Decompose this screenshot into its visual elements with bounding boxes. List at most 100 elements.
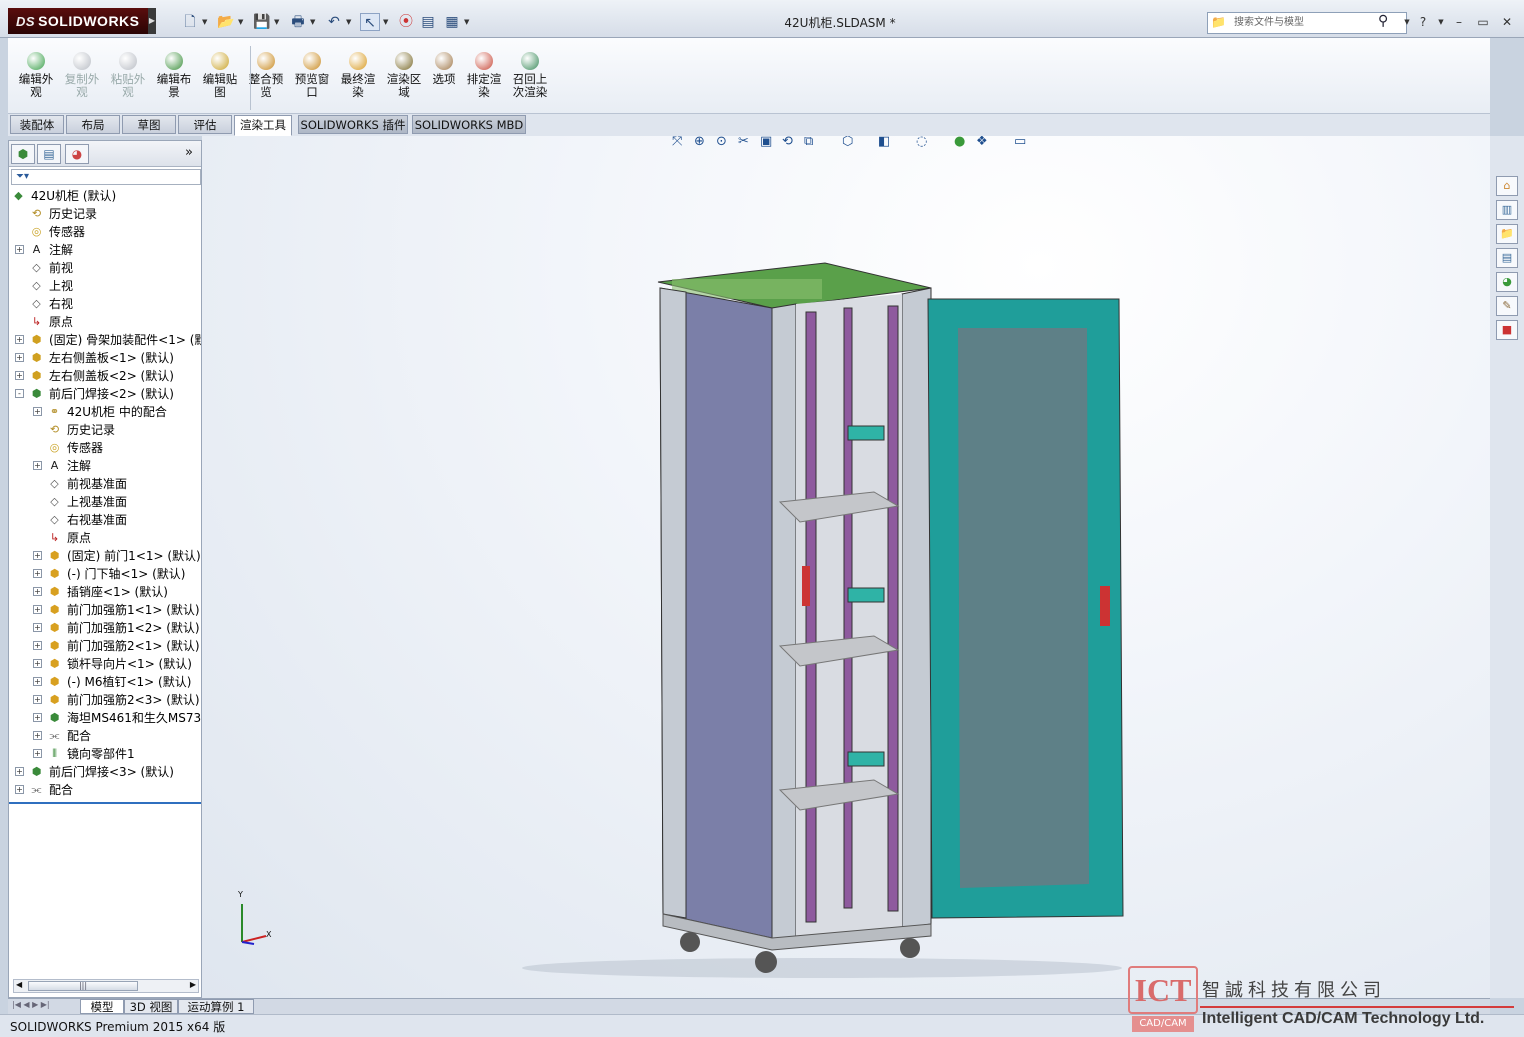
tree-row[interactable]: + ⬢ 海坦MS461和生久MS73 bbox=[9, 709, 201, 727]
expand-pane-icon[interactable]: » bbox=[185, 145, 193, 160]
tree-row[interactable]: ↳ 原点 bbox=[9, 313, 201, 331]
tree-row[interactable]: + A 注解 bbox=[9, 457, 201, 475]
tree-row[interactable]: + ⚭ 42U机柜 中的配合 bbox=[9, 403, 201, 421]
expand-icon[interactable]: + bbox=[15, 785, 24, 794]
ribbon-button-3[interactable]: 编辑布景 bbox=[152, 50, 196, 110]
graphics-area[interactable]: ⤧ ⊕ ⊙ ✂ ▣ ⟲ ⧉ ⬡ ◧ ◌ ● ❖ ▭ ◫ ◫ – ❐ ✕ bbox=[202, 136, 1490, 998]
tree-row[interactable]: + ⬢ 前门加强筋1<1> (默认) bbox=[9, 601, 201, 619]
tree-row[interactable]: + A 注解 bbox=[9, 241, 201, 259]
tree-row[interactable]: + ⬢ (固定) 骨架加装配件<1> (默 bbox=[9, 331, 201, 349]
tab-6[interactable]: SOLIDWORKS MBD bbox=[412, 115, 526, 134]
options-dropdown-icon[interactable]: ▼ bbox=[464, 13, 472, 31]
expand-icon[interactable]: + bbox=[33, 695, 42, 704]
help-button[interactable]: ? bbox=[1414, 14, 1432, 30]
tree-row[interactable]: ◇ 前视 bbox=[9, 259, 201, 277]
tab-3[interactable]: 评估 bbox=[178, 115, 232, 134]
scroll-left-icon[interactable]: ◀ bbox=[16, 980, 22, 989]
feature-manager-tab-icon[interactable]: ⬢ bbox=[11, 144, 35, 164]
expand-icon[interactable]: + bbox=[33, 749, 42, 758]
tab-nav-arrows-icon[interactable]: |◀ ◀ ▶ ▶| bbox=[12, 1000, 50, 1009]
tab-0[interactable]: 装配体 bbox=[10, 115, 64, 134]
tab-5[interactable]: SOLIDWORKS 插件 bbox=[298, 115, 408, 134]
open-folder-icon[interactable]: 📂 bbox=[216, 13, 236, 31]
custom-properties-icon[interactable]: ✎ bbox=[1496, 296, 1518, 316]
display-manager-tab-icon[interactable]: ◕ bbox=[65, 144, 89, 164]
tree-row[interactable]: ↳ 原点 bbox=[9, 529, 201, 547]
horizontal-scrollbar[interactable]: ◀ ||| ▶ bbox=[13, 979, 199, 993]
expand-icon[interactable]: + bbox=[15, 371, 24, 380]
tree-row[interactable]: ◆ 42U机柜 (默认) bbox=[9, 187, 201, 205]
tree-row[interactable]: + ⫘ 配合 bbox=[9, 727, 201, 745]
close-icon[interactable]: ✕ bbox=[1498, 14, 1516, 30]
expand-icon[interactable]: + bbox=[15, 353, 24, 362]
open-dropdown-icon[interactable]: ▼ bbox=[238, 13, 246, 31]
forum-icon[interactable]: ■ bbox=[1496, 320, 1518, 340]
undo-icon[interactable]: ↶ bbox=[324, 13, 344, 31]
expand-icon[interactable]: + bbox=[33, 407, 42, 416]
collapse-icon[interactable]: - bbox=[15, 389, 24, 398]
save-dropdown-icon[interactable]: ▼ bbox=[274, 13, 282, 31]
ribbon-button-11[interactable]: 召回上次渲染 bbox=[508, 50, 552, 110]
traffic-light-icon[interactable]: ⦿ bbox=[396, 13, 416, 31]
tree-row[interactable]: ◎ 传感器 bbox=[9, 439, 201, 457]
expand-icon[interactable]: + bbox=[33, 587, 42, 596]
expand-icon[interactable]: + bbox=[33, 731, 42, 740]
tree-row[interactable]: + ⬢ 前门加强筋1<2> (默认) bbox=[9, 619, 201, 637]
ribbon-button-0[interactable]: 编辑外观 bbox=[14, 50, 58, 110]
ribbon-button-8[interactable]: 渲染区域 bbox=[382, 50, 426, 110]
expand-icon[interactable]: + bbox=[33, 659, 42, 668]
new-dropdown-icon[interactable]: ▼ bbox=[202, 13, 210, 31]
expand-icon[interactable]: + bbox=[15, 335, 24, 344]
expand-icon[interactable]: + bbox=[33, 713, 42, 722]
tree-row[interactable]: ◇ 右视 bbox=[9, 295, 201, 313]
view-palette-icon[interactable]: ▤ bbox=[1496, 248, 1518, 268]
tab-2[interactable]: 草图 bbox=[122, 115, 176, 134]
tree-row[interactable]: + ⬢ 锁杆导向片<1> (默认) bbox=[9, 655, 201, 673]
appearances-icon[interactable]: ◕ bbox=[1496, 272, 1518, 292]
tree-row[interactable]: ◎ 传感器 bbox=[9, 223, 201, 241]
bottom-tab-1[interactable]: 3D 视图 bbox=[124, 999, 178, 1014]
maximize-icon[interactable]: ▭ bbox=[1474, 14, 1492, 30]
tree-row[interactable]: ⟲ 历史记录 bbox=[9, 421, 201, 439]
save-icon[interactable]: 💾 bbox=[252, 13, 272, 31]
tree-row[interactable]: ◇ 上视基准面 bbox=[9, 493, 201, 511]
tree-filter-input[interactable]: ⏷▾ bbox=[11, 169, 201, 185]
file-properties-icon[interactable]: ▤ bbox=[418, 13, 438, 31]
search-icon[interactable]: ⚲ bbox=[1378, 13, 1388, 29]
tree-row[interactable]: ◇ 右视基准面 bbox=[9, 511, 201, 529]
select-dropdown-icon[interactable]: ▼ bbox=[383, 13, 391, 31]
ribbon-button-6[interactable]: 预览窗口 bbox=[290, 50, 334, 110]
select-cursor-icon[interactable]: ↖ bbox=[360, 13, 380, 31]
property-manager-tab-icon[interactable]: ▤ bbox=[37, 144, 61, 164]
search-input[interactable]: 搜索文件与模型 bbox=[1207, 12, 1407, 34]
tree-row[interactable]: + ⬢ (固定) 前门1<1> (默认) bbox=[9, 547, 201, 565]
help-dropdown-icon[interactable]: ▼ bbox=[1432, 14, 1450, 30]
bottom-tab-0[interactable]: 模型 bbox=[80, 999, 124, 1014]
logo-menu-arrow[interactable]: ▶ bbox=[148, 8, 156, 34]
tree-row[interactable]: + ⬢ 左右侧盖板<1> (默认) bbox=[9, 349, 201, 367]
tree-row[interactable]: ◇ 上视 bbox=[9, 277, 201, 295]
tree-row[interactable]: + ⬢ 前后门焊接<3> (默认) bbox=[9, 763, 201, 781]
ribbon-button-2[interactable]: 粘贴外观 bbox=[106, 50, 150, 110]
print-dropdown-icon[interactable]: ▼ bbox=[310, 13, 318, 31]
design-library-icon[interactable]: ▥ bbox=[1496, 200, 1518, 220]
scroll-right-icon[interactable]: ▶ bbox=[190, 980, 196, 989]
tree-row[interactable]: + ⬢ (-) M6植钉<1> (默认) bbox=[9, 673, 201, 691]
tree-row[interactable]: ◇ 前视基准面 bbox=[9, 475, 201, 493]
ribbon-button-9[interactable]: 选项 bbox=[422, 50, 466, 110]
ribbon-button-10[interactable]: 排定渲染 bbox=[462, 50, 506, 110]
home-icon[interactable]: ⌂ bbox=[1496, 176, 1518, 196]
expand-icon[interactable]: + bbox=[33, 605, 42, 614]
tree-row[interactable]: + ⫘ 配合 bbox=[9, 781, 201, 799]
tab-4[interactable]: 渲染工具 bbox=[234, 115, 292, 136]
tree-row[interactable]: + ⫴ 镜向零部件1 bbox=[9, 745, 201, 763]
tab-1[interactable]: 布局 bbox=[66, 115, 120, 134]
tree-row[interactable]: + ⬢ 前门加强筋2<1> (默认) bbox=[9, 637, 201, 655]
tree-row[interactable]: + ⬢ 前门加强筋2<3> (默认) bbox=[9, 691, 201, 709]
ribbon-button-7[interactable]: 最终渲染 bbox=[336, 50, 380, 110]
options-icon[interactable]: ▦ bbox=[442, 13, 462, 31]
tree-row[interactable]: + ⬢ (-) 门下轴<1> (默认) bbox=[9, 565, 201, 583]
expand-icon[interactable]: + bbox=[15, 767, 24, 776]
minimize-icon[interactable]: – bbox=[1450, 14, 1468, 30]
tree-row[interactable]: + ⬢ 左右侧盖板<2> (默认) bbox=[9, 367, 201, 385]
